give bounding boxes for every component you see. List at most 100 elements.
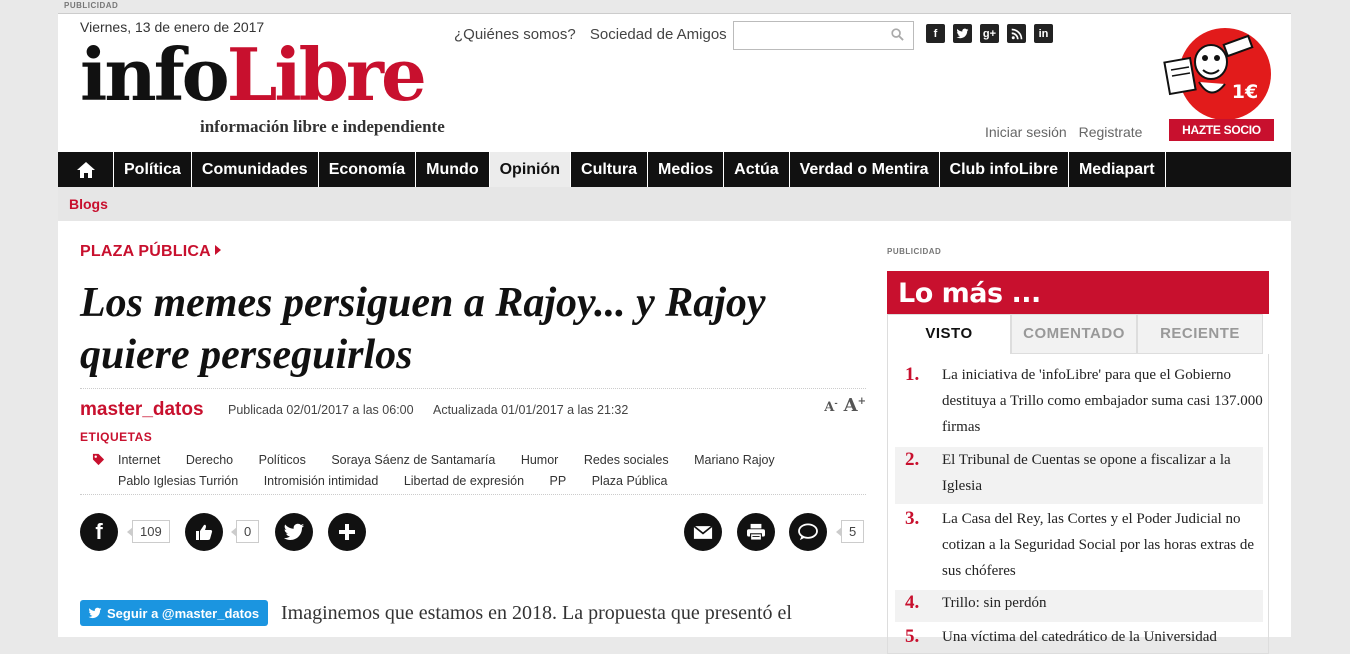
triangle-right-icon <box>214 245 221 255</box>
facebook-count: 109 <box>127 520 170 543</box>
section-label-text: PLAZA PÚBLICA <box>80 243 211 260</box>
rank-number: 4. <box>905 592 920 613</box>
home-icon[interactable] <box>58 152 114 187</box>
like-count: 0 <box>230 520 260 543</box>
sub-nav: Blogs <box>58 187 1291 221</box>
search-icon[interactable] <box>891 28 904 41</box>
twitter-follow-button[interactable]: Seguir a @master_datos <box>80 600 269 626</box>
published-date: Publicada 02/01/2017 a las 06:00 <box>228 403 414 417</box>
nav-economia[interactable]: Economía <box>319 152 417 187</box>
article-title: Los memes persiguen a Rajoy... y Rajoy q… <box>80 280 766 378</box>
plus-icon <box>328 513 366 551</box>
envelope-icon <box>684 513 722 551</box>
nav-mediapart[interactable]: Mediapart <box>1069 152 1166 187</box>
comments-button[interactable] <box>789 513 827 551</box>
tag-item[interactable]: Políticos <box>259 450 306 471</box>
author-link[interactable]: master_datos <box>80 399 204 421</box>
hazte-socio-button[interactable]: HAZTE SOCIO <box>1169 119 1274 141</box>
ranking-item[interactable]: 3. La Casa del Rey, las Cortes y el Pode… <box>895 506 1263 584</box>
facebook-icon: f <box>80 513 118 551</box>
email-share-button[interactable] <box>684 513 722 551</box>
speech-bubble-icon <box>789 513 827 551</box>
nav-actua[interactable]: Actúa <box>724 152 790 187</box>
subnav-blogs[interactable]: Blogs <box>69 196 108 212</box>
nav-verdad-o-mentira[interactable]: Verdad o Mentira <box>790 152 940 187</box>
tag-item[interactable]: Mariano Rajoy <box>694 450 775 471</box>
search-input[interactable] <box>734 22 879 49</box>
link-quienes-somos[interactable]: ¿Quiénes somos? <box>454 26 576 43</box>
updated-date: Actualizada 01/01/2017 a las 21:32 <box>433 403 629 417</box>
nav-medios[interactable]: Medios <box>648 152 725 187</box>
like-button[interactable] <box>185 513 223 551</box>
register-link[interactable]: Registrate <box>1079 124 1143 140</box>
social-links: f g+ in <box>926 24 1053 43</box>
googleplus-icon[interactable]: g+ <box>980 24 999 43</box>
nav-opinion[interactable]: Opinión <box>489 152 572 187</box>
twitter-share-button[interactable] <box>275 513 313 551</box>
login-link[interactable]: Iniciar sesión <box>985 124 1067 140</box>
tab-comentado[interactable]: COMENTADO <box>1011 314 1137 354</box>
rank-text: La Casa del Rey, las Cortes y el Poder J… <box>942 511 1254 579</box>
mascot-price: 1€ <box>1232 81 1258 103</box>
auth-links: Iniciar sesión Registrate <box>985 124 1150 140</box>
logo-libre: Libre <box>226 32 427 117</box>
rank-number: 3. <box>905 508 920 529</box>
twitter-icon <box>275 513 313 551</box>
font-size-controls: A- A+ <box>824 395 866 416</box>
logo-info: info <box>80 32 230 117</box>
rss-icon[interactable] <box>1007 24 1026 43</box>
ranking-item[interactable]: 2. El Tribunal de Cuentas se opone a fis… <box>895 447 1263 504</box>
tag-item[interactable]: Plaza Pública <box>592 471 668 492</box>
follow-label: Seguir a @master_datos <box>107 605 260 621</box>
tag-item[interactable]: Intromisión intimidad <box>264 471 379 492</box>
printer-icon <box>737 513 775 551</box>
nav-club-infolibre[interactable]: Club infoLibre <box>940 152 1069 187</box>
site-logo[interactable]: infoLibre información libre e independie… <box>80 39 445 137</box>
nav-mundo[interactable]: Mundo <box>416 152 490 187</box>
ranking-item[interactable]: 1. La iniciativa de 'infoLibre' para que… <box>895 362 1263 440</box>
tag-list: Internet Derecho Políticos Soraya Sáenz … <box>118 450 838 492</box>
tab-visto[interactable]: VISTO <box>887 314 1011 354</box>
tag-item[interactable]: PP <box>550 471 567 492</box>
rank-text: El Tribunal de Cuentas se opone a fiscal… <box>942 452 1231 494</box>
nav-politica[interactable]: Política <box>114 152 192 187</box>
byline: master_datos Publicada 02/01/2017 a las … <box>80 388 866 428</box>
rank-number: 1. <box>905 364 920 385</box>
divider <box>80 494 866 495</box>
sidebar-ad-label: PUBLICIDAD <box>887 247 942 256</box>
facebook-share-button[interactable]: f <box>80 513 118 551</box>
section-label[interactable]: PLAZA PÚBLICA <box>80 243 221 261</box>
article-body: Imaginemos que estamos en 2018. La propu… <box>281 602 792 624</box>
rank-text: Trillo: sin perdón <box>942 595 1047 611</box>
main-nav: Política Comunidades Economía Mundo Opin… <box>58 152 1291 187</box>
linkedin-icon[interactable]: in <box>1034 24 1053 43</box>
twitter-icon[interactable] <box>953 24 972 43</box>
link-sociedad-amigos[interactable]: Sociedad de Amigos <box>590 26 727 43</box>
tab-reciente[interactable]: RECIENTE <box>1137 314 1263 354</box>
logo-tagline: información libre e independiente <box>200 117 445 136</box>
ranking-item[interactable]: 4. Trillo: sin perdón <box>895 590 1263 622</box>
nav-comunidades[interactable]: Comunidades <box>192 152 319 187</box>
tag-item[interactable]: Internet <box>118 450 160 471</box>
rank-number: 2. <box>905 449 920 470</box>
tag-item[interactable]: Redes sociales <box>584 450 669 471</box>
search-box <box>733 21 914 50</box>
facebook-icon[interactable]: f <box>926 24 945 43</box>
more-share-button[interactable] <box>328 513 366 551</box>
font-decrease-button[interactable]: A- <box>824 398 837 415</box>
font-increase-button[interactable]: A+ <box>844 395 866 416</box>
tag-item[interactable]: Libertad de expresión <box>404 471 524 492</box>
tag-item[interactable]: Pablo Iglesias Turrión <box>118 471 238 492</box>
mascot-badge[interactable]: 1€ <box>1159 22 1275 122</box>
print-button[interactable] <box>737 513 775 551</box>
ranking-list: 1. La iniciativa de 'infoLibre' para que… <box>887 354 1269 654</box>
tag-item[interactable]: Derecho <box>186 450 233 471</box>
twitter-icon <box>88 607 102 619</box>
page-container: Viernes, 13 de enero de 2017 infoLibre i… <box>58 13 1291 654</box>
nav-cultura[interactable]: Cultura <box>571 152 649 187</box>
tag-item[interactable]: Soraya Sáenz de Santamaría <box>331 450 495 471</box>
ranking-item[interactable]: 5. Una víctima del catedrático de la Uni… <box>895 624 1263 650</box>
rank-number: 5. <box>905 626 920 647</box>
lo-mas-tabs: VISTO COMENTADO RECIENTE <box>887 314 1269 354</box>
tag-item[interactable]: Humor <box>521 450 559 471</box>
